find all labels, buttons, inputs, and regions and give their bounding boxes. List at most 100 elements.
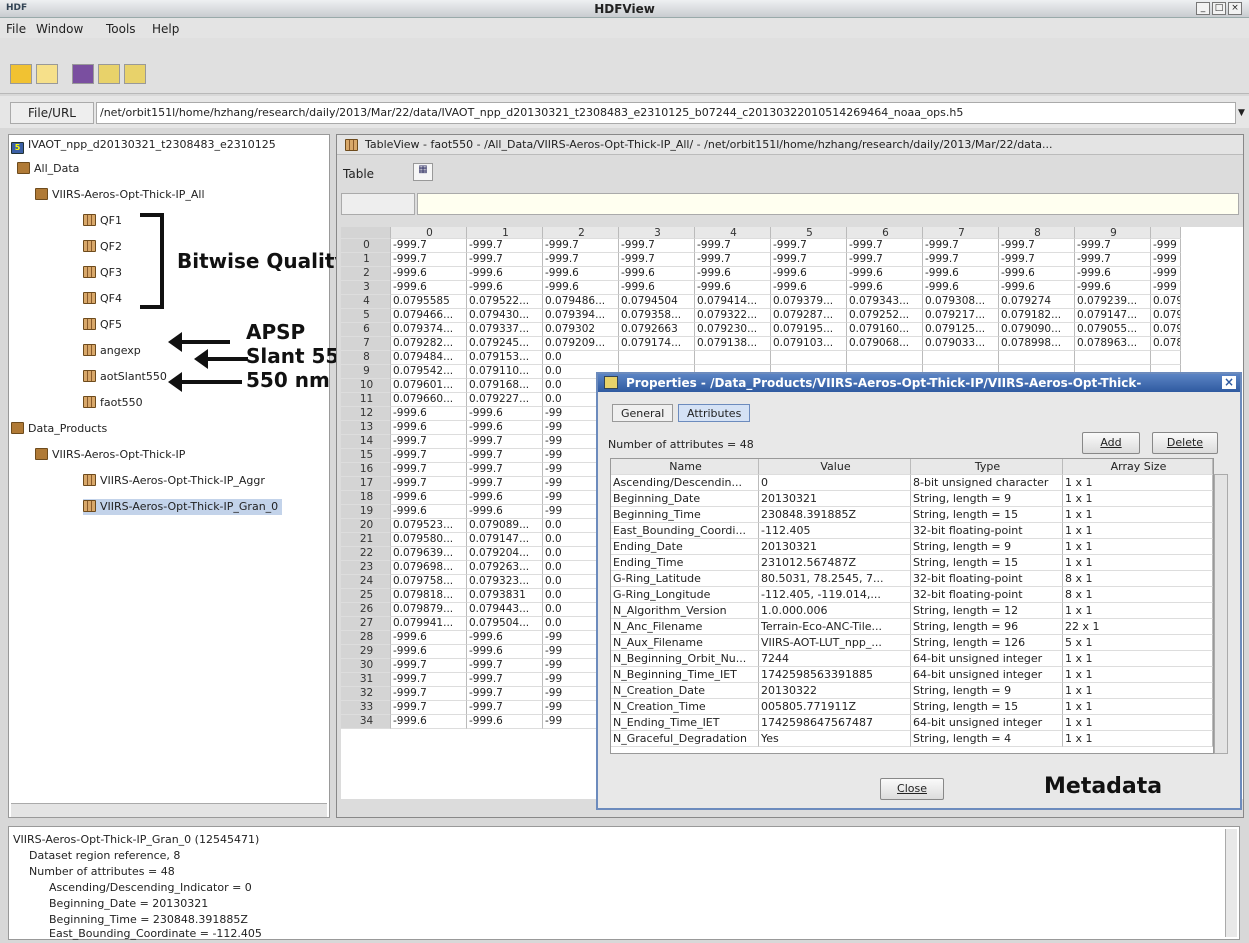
attr-cell[interactable]: N_Aux_Filename <box>611 635 759 651</box>
chart-icon[interactable]: ▦ <box>413 163 433 181</box>
close-button[interactable]: Close <box>880 778 944 800</box>
chevron-down-icon[interactable]: ▼ <box>1238 108 1245 118</box>
table-cell[interactable]: -999.6 <box>467 421 543 435</box>
table-cell[interactable] <box>1075 351 1151 365</box>
table-cell[interactable]: -999.7 <box>391 701 467 715</box>
attr-cell[interactable]: VIIRS-AOT-LUT_npp_... <box>759 635 911 651</box>
table-cell[interactable]: 0.079090... <box>999 323 1075 337</box>
table-cell[interactable]: -999.6 <box>923 267 999 281</box>
attr-cell[interactable]: Terrain-Eco-ANC-Tile... <box>759 619 911 635</box>
row-header[interactable]: 26 <box>341 603 391 617</box>
column-header[interactable]: 2 <box>543 227 619 239</box>
table-cell[interactable]: 0.079941... <box>391 617 467 631</box>
tree-dataset-angexp[interactable]: angexp <box>83 343 141 359</box>
attr-cell[interactable]: 1 x 1 <box>1063 651 1213 667</box>
table-cell[interactable]: -999.7 <box>467 463 543 477</box>
tree-group-ip[interactable]: VIIRS-Aeros-Opt-Thick-IP <box>35 447 185 463</box>
table-cell[interactable]: -999.6 <box>391 645 467 659</box>
table-cell[interactable]: -999.6 <box>467 645 543 659</box>
table-cell[interactable]: 0.079195... <box>771 323 847 337</box>
attr-cell[interactable]: 8 x 1 <box>1063 571 1213 587</box>
attr-cell[interactable]: 20130321 <box>759 491 911 507</box>
tree-dataset-qf4[interactable]: QF4 <box>83 291 122 307</box>
table-cell[interactable]: 0.079160... <box>847 323 923 337</box>
row-header[interactable]: 20 <box>341 519 391 533</box>
attr-cell[interactable]: String, length = 126 <box>911 635 1063 651</box>
table-cell[interactable]: -999.6 <box>391 281 467 295</box>
row-header[interactable]: 19 <box>341 505 391 519</box>
table-cell[interactable] <box>771 351 847 365</box>
table-cell[interactable] <box>847 351 923 365</box>
table-cell[interactable]: -999.7 <box>1075 253 1151 267</box>
table-cell[interactable]: 0.079287... <box>771 309 847 323</box>
table-cell[interactable]: -999.7 <box>923 239 999 253</box>
table-cell[interactable]: -999.7 <box>467 687 543 701</box>
row-header[interactable]: 31 <box>341 673 391 687</box>
table-cell[interactable]: 0.079580... <box>391 533 467 547</box>
row-header[interactable]: 27 <box>341 617 391 631</box>
table-cell[interactable]: -999.7 <box>391 435 467 449</box>
row-header[interactable]: 13 <box>341 421 391 435</box>
table-cell[interactable]: 0.079522... <box>467 295 543 309</box>
table-cell[interactable] <box>923 351 999 365</box>
table-cell[interactable]: 0.079263... <box>467 561 543 575</box>
table-cell[interactable]: -999.6 <box>467 407 543 421</box>
attr-cell[interactable]: 1 x 1 <box>1063 475 1213 491</box>
attr-column-header[interactable]: Value <box>759 459 911 475</box>
column-header[interactable]: 8 <box>999 227 1075 239</box>
attr-cell[interactable]: Ending_Time <box>611 555 759 571</box>
table-cell[interactable]: -999.6 <box>999 281 1075 295</box>
row-header[interactable]: 24 <box>341 575 391 589</box>
table-cell[interactable]: 0.079147... <box>467 533 543 547</box>
new-file-icon[interactable] <box>36 64 58 84</box>
table-cell[interactable]: 0.079323... <box>467 575 543 589</box>
table-cell[interactable]: -999.6 <box>467 281 543 295</box>
table-cell[interactable]: 0.079601... <box>391 379 467 393</box>
table-cell[interactable]: -999.6 <box>391 505 467 519</box>
attr-cell[interactable]: 1 x 1 <box>1063 555 1213 571</box>
row-header[interactable]: 23 <box>341 561 391 575</box>
table-cell[interactable]: -999.7 <box>923 253 999 267</box>
row-header[interactable]: 17 <box>341 477 391 491</box>
table-cell[interactable]: -999.6 <box>847 267 923 281</box>
table-cell[interactable]: 0.079168... <box>467 379 543 393</box>
table-cell[interactable]: -999.7 <box>771 253 847 267</box>
table-cell[interactable]: -999.6 <box>467 491 543 505</box>
attr-cell[interactable]: String, length = 9 <box>911 683 1063 699</box>
row-header[interactable]: 15 <box>341 449 391 463</box>
attr-cell[interactable]: Beginning_Time <box>611 507 759 523</box>
table-cell[interactable]: -999.7 <box>619 239 695 253</box>
table-cell[interactable]: 0.079879... <box>391 603 467 617</box>
menu-window[interactable]: Window <box>36 22 83 36</box>
hdf5-help-icon[interactable] <box>124 64 146 84</box>
table-cell[interactable]: -999.7 <box>391 659 467 673</box>
table-cell[interactable]: 0.079379... <box>771 295 847 309</box>
attr-cell[interactable]: 1742598647567487 <box>759 715 911 731</box>
table-cell[interactable]: -999.7 <box>543 253 619 267</box>
table-cell[interactable]: 0.078 <box>1151 337 1181 351</box>
attr-cell[interactable]: 1 x 1 <box>1063 523 1213 539</box>
attributes-table[interactable]: Name Value Type Array Size Ascending/Descend… <box>610 458 1214 754</box>
table-cell[interactable]: -999.7 <box>999 239 1075 253</box>
table-cell[interactable]: 0.0792663 <box>619 323 695 337</box>
attr-cell[interactable]: East_Bounding_Coordi... <box>611 523 759 539</box>
row-header[interactable]: 18 <box>341 491 391 505</box>
attr-cell[interactable]: 1 x 1 <box>1063 491 1213 507</box>
add-button[interactable]: Add <box>1082 432 1140 454</box>
tree-item-gran0[interactable]: VIIRS-Aeros-Opt-Thick-IP_Gran_0 <box>83 499 283 515</box>
row-header[interactable]: 30 <box>341 659 391 673</box>
table-cell[interactable]: 0.079068... <box>847 337 923 351</box>
table-cell[interactable]: 0.079033... <box>923 337 999 351</box>
table-cell[interactable]: -999.6 <box>771 281 847 295</box>
file-url-button[interactable]: File/URL <box>10 102 94 124</box>
table-cell[interactable]: -999.7 <box>391 253 467 267</box>
attributes-vscrollbar[interactable] <box>1214 474 1228 754</box>
table-cell[interactable]: -999.6 <box>467 715 543 729</box>
table-cell[interactable]: -999.7 <box>391 477 467 491</box>
table-cell[interactable]: -999.6 <box>391 715 467 729</box>
row-header[interactable]: 1 <box>341 253 391 267</box>
table-cell[interactable]: -999.7 <box>771 239 847 253</box>
table-cell[interactable]: 0.079209... <box>543 337 619 351</box>
hdf4-help-icon[interactable] <box>98 64 120 84</box>
table-cell[interactable]: -999.7 <box>847 253 923 267</box>
